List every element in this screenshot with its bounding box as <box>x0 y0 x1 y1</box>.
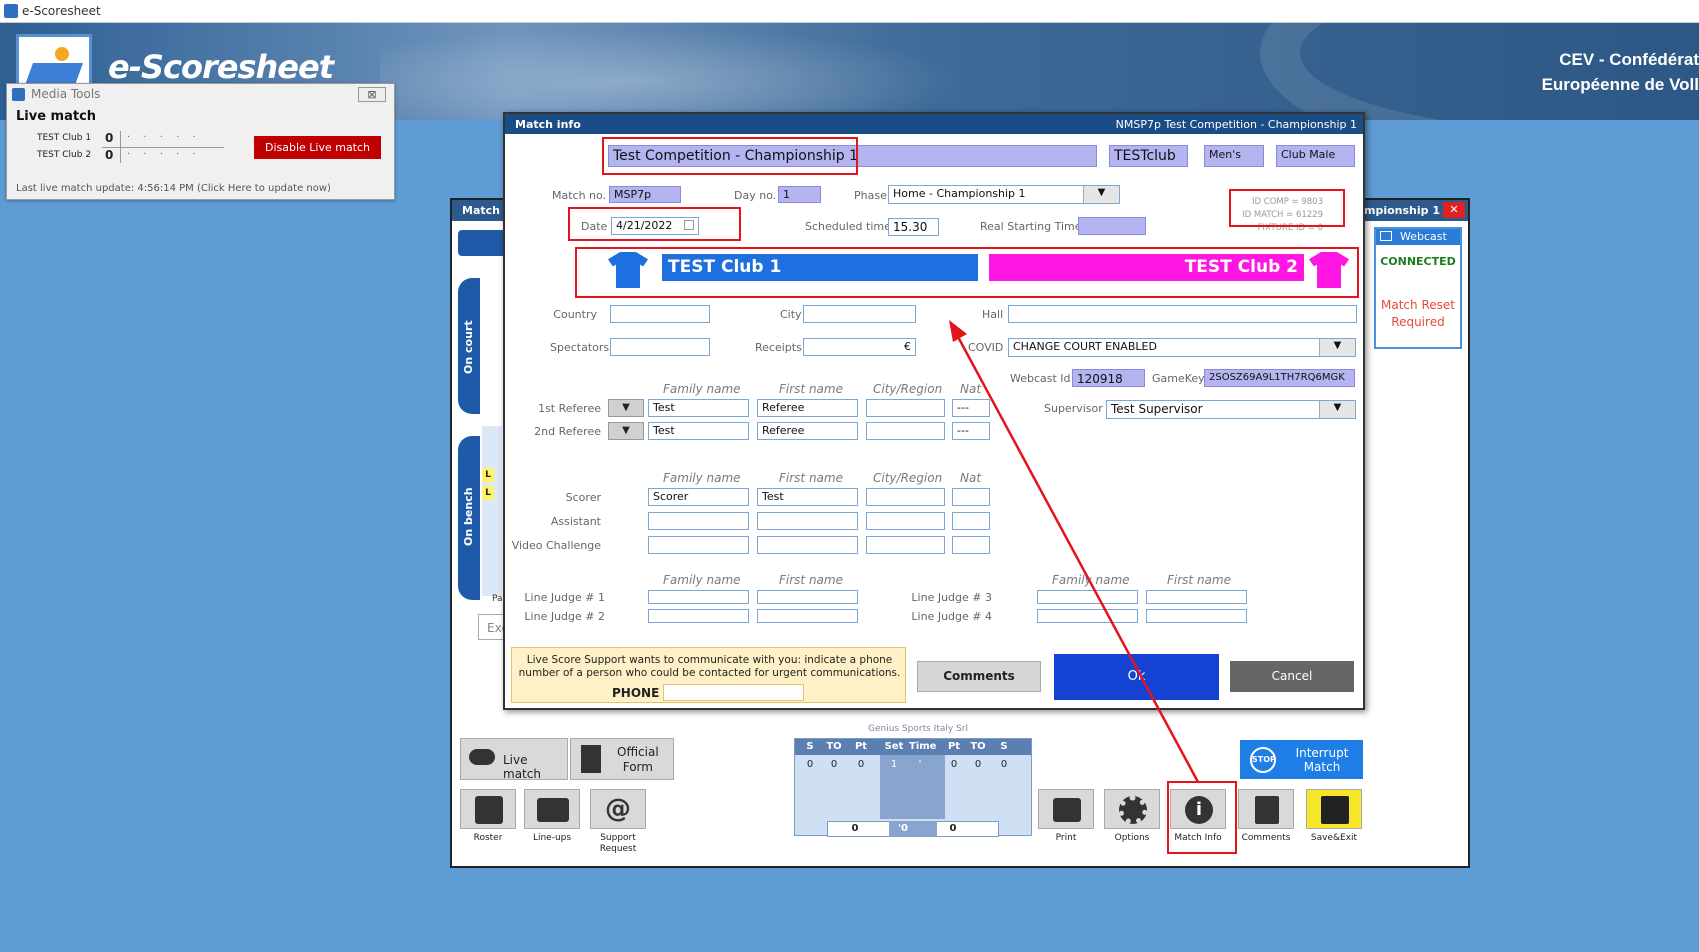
annotation-arrow-line <box>955 334 1200 783</box>
annotation-arrow-head <box>949 320 967 342</box>
annotation-arrow <box>949 320 1200 783</box>
